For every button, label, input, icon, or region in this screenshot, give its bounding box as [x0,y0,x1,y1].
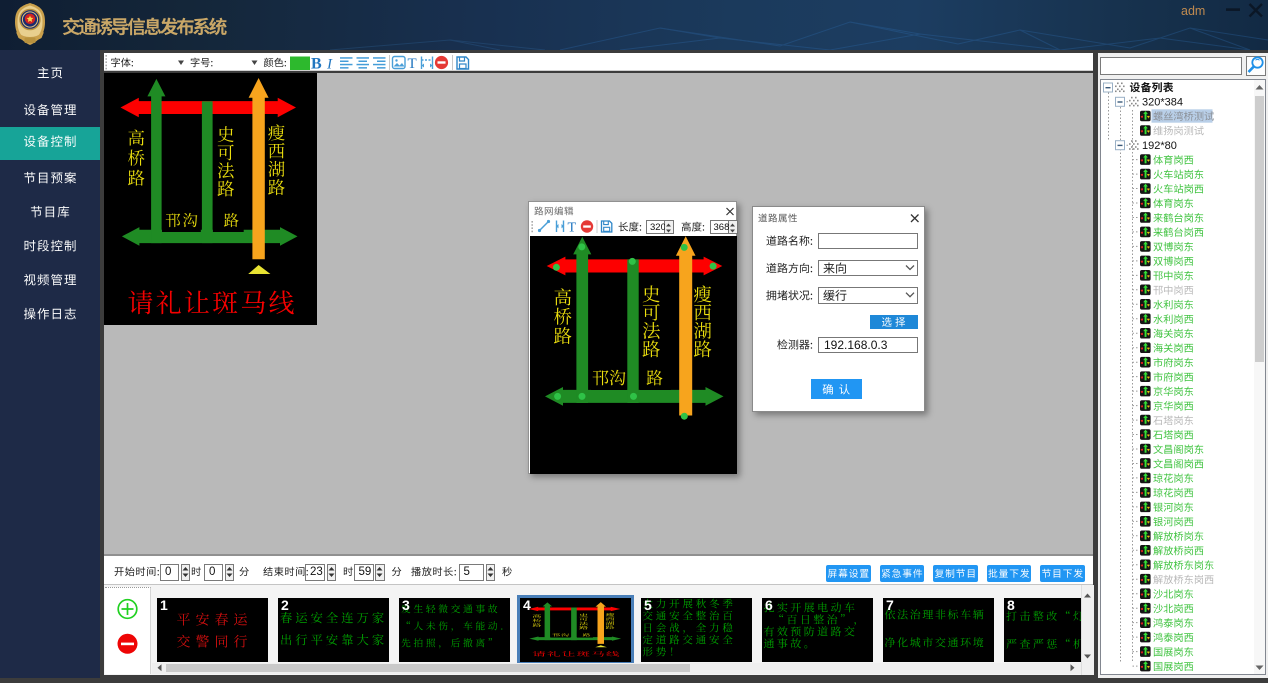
svg-text:4: 4 [523,597,531,613]
svg-text:320*384: 320*384 [1142,97,1183,109]
svg-text:2: 2 [281,597,289,613]
svg-text:I: I [326,57,333,73]
svg-text:T: T [408,56,417,72]
svg-text:1: 1 [160,597,168,613]
svg-text:192*80: 192*80 [1142,140,1177,152]
svg-text:T: T [568,221,577,236]
svg-text:8: 8 [1007,597,1015,613]
svg-text:B: B [311,56,322,73]
svg-text:adm: adm [1181,4,1205,18]
svg-text:6: 6 [765,597,773,613]
svg-text:5: 5 [644,597,652,613]
svg-text:3: 3 [402,597,410,613]
svg-text:7: 7 [886,597,894,613]
